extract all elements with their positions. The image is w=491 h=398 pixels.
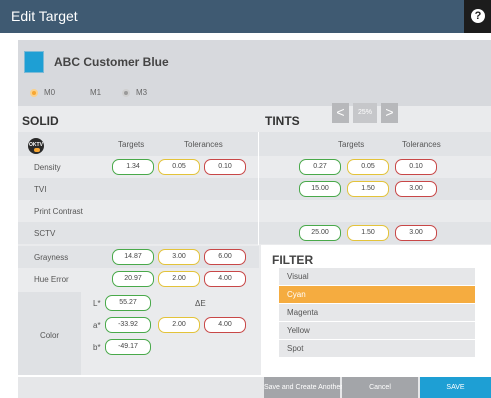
edit-target-dialog: ABC Customer Blue M0 M1 M3 SOLID TINTS <… (18, 40, 491, 375)
delta-e-warning[interactable]: 2.00 (158, 317, 200, 333)
tvi-row: TVI 15.00 1.50 3.00 (18, 178, 491, 200)
tints-tolerances-header: Tolerances (402, 140, 441, 149)
mode-label: M0 (44, 88, 56, 97)
app-logo-icon: OKTV (28, 138, 44, 154)
target-header: ABC Customer Blue M0 M1 M3 (18, 40, 491, 106)
help-button[interactable]: ? (464, 0, 491, 33)
a-star-label: a* (93, 321, 101, 330)
cancel-button[interactable]: Cancel (342, 377, 418, 398)
hue-error-label: Hue Error (34, 275, 69, 284)
color-block: Color L* 55.27 ΔE a* -33.92 2.00 4.00 b*… (18, 292, 259, 375)
sctv-tints-error[interactable]: 3.00 (395, 225, 437, 241)
dialog-footer: Save and Create Another Cancel SAVE (18, 377, 491, 398)
a-star-value[interactable]: -33.92 (105, 317, 151, 333)
radio-selected-icon (30, 88, 38, 97)
target-color-swatch (24, 51, 44, 73)
window-title: Edit Target (11, 8, 78, 24)
tvi-tints-target[interactable]: 15.00 (299, 181, 341, 197)
help-icon: ? (471, 9, 485, 23)
filter-item-cyan[interactable]: Cyan (279, 286, 475, 303)
grayness-warning[interactable]: 3.00 (158, 249, 200, 265)
filter-item-spot[interactable]: Spot (279, 340, 475, 357)
solid-tolerances-header: Tolerances (184, 140, 223, 149)
tints-section-title: TINTS (265, 114, 300, 128)
l-star-label: L* (93, 299, 101, 308)
mode-label: M3 (136, 88, 148, 97)
color-label: Color (18, 292, 81, 375)
delta-e-label: ΔE (195, 299, 206, 308)
delta-e-error[interactable]: 4.00 (204, 317, 246, 333)
print-contrast-label: Print Contrast (34, 207, 83, 216)
density-solid-warning[interactable]: 0.05 (158, 159, 200, 175)
grayness-target[interactable]: 14.87 (112, 249, 154, 265)
radio-unselected-icon (76, 89, 84, 97)
filter-panel: FILTER Visual Cyan Magenta Yellow Spot (261, 245, 491, 375)
density-solid-error[interactable]: 0.10 (204, 159, 246, 175)
hue-error-error[interactable]: 4.00 (204, 271, 246, 287)
grayness-label: Grayness (34, 253, 69, 262)
sctv-row: SCTV 25.00 1.50 3.00 (18, 222, 491, 244)
save-and-create-another-button[interactable]: Save and Create Another (264, 377, 343, 398)
sctv-label: SCTV (34, 229, 56, 238)
mode-m1-radio[interactable]: M1 (76, 88, 101, 97)
tvi-tints-warning[interactable]: 1.50 (347, 181, 389, 197)
filter-title: FILTER (272, 253, 314, 267)
hue-error-warning[interactable]: 2.00 (158, 271, 200, 287)
tints-targets-header: Targets (338, 140, 365, 149)
sctv-tints-warning[interactable]: 1.50 (347, 225, 389, 241)
density-tints-target[interactable]: 0.27 (299, 159, 341, 175)
sctv-tints-target[interactable]: 25.00 (299, 225, 341, 241)
filter-item-visual[interactable]: Visual (279, 268, 475, 285)
target-name: ABC Customer Blue (54, 55, 169, 69)
tint-prev-button[interactable]: < (332, 103, 349, 123)
hue-error-target[interactable]: 20.97 (112, 271, 154, 287)
tvi-label: TVI (34, 185, 47, 194)
b-star-label: b* (93, 343, 101, 352)
tint-next-button[interactable]: > (381, 103, 398, 123)
filter-item-magenta[interactable]: Magenta (279, 304, 475, 321)
mode-m3-radio[interactable]: M3 (122, 88, 147, 97)
tvi-tints-error[interactable]: 3.00 (395, 181, 437, 197)
l-star-value[interactable]: 55.27 (105, 295, 151, 311)
column-header-row: Targets Tolerances Targets Tolerances (18, 132, 491, 156)
b-star-value[interactable]: -49.17 (105, 339, 151, 355)
column-divider (258, 132, 259, 245)
solid-targets-header: Targets (118, 140, 145, 149)
hue-error-row: Hue Error 20.97 2.00 4.00 (18, 268, 259, 290)
filter-item-yellow[interactable]: Yellow (279, 322, 475, 339)
radio-unselected-icon (122, 88, 130, 97)
density-row: Density 1.34 0.05 0.10 0.27 0.05 0.10 (18, 156, 491, 178)
density-label: Density (34, 163, 61, 172)
density-tints-error[interactable]: 0.10 (395, 159, 437, 175)
density-tints-warning[interactable]: 0.05 (347, 159, 389, 175)
print-contrast-row: Print Contrast (18, 200, 491, 222)
grayness-row: Grayness 14.87 3.00 6.00 (18, 246, 259, 268)
mode-m0-radio[interactable]: M0 (30, 88, 55, 97)
title-bar: Edit Target ? (0, 0, 491, 33)
tint-percentage-value: 25% (353, 103, 377, 123)
grayness-error[interactable]: 6.00 (204, 249, 246, 265)
density-solid-target[interactable]: 1.34 (112, 159, 154, 175)
mode-label: M1 (90, 88, 102, 97)
solid-section-title: SOLID (22, 114, 59, 128)
save-button[interactable]: SAVE (420, 377, 491, 398)
